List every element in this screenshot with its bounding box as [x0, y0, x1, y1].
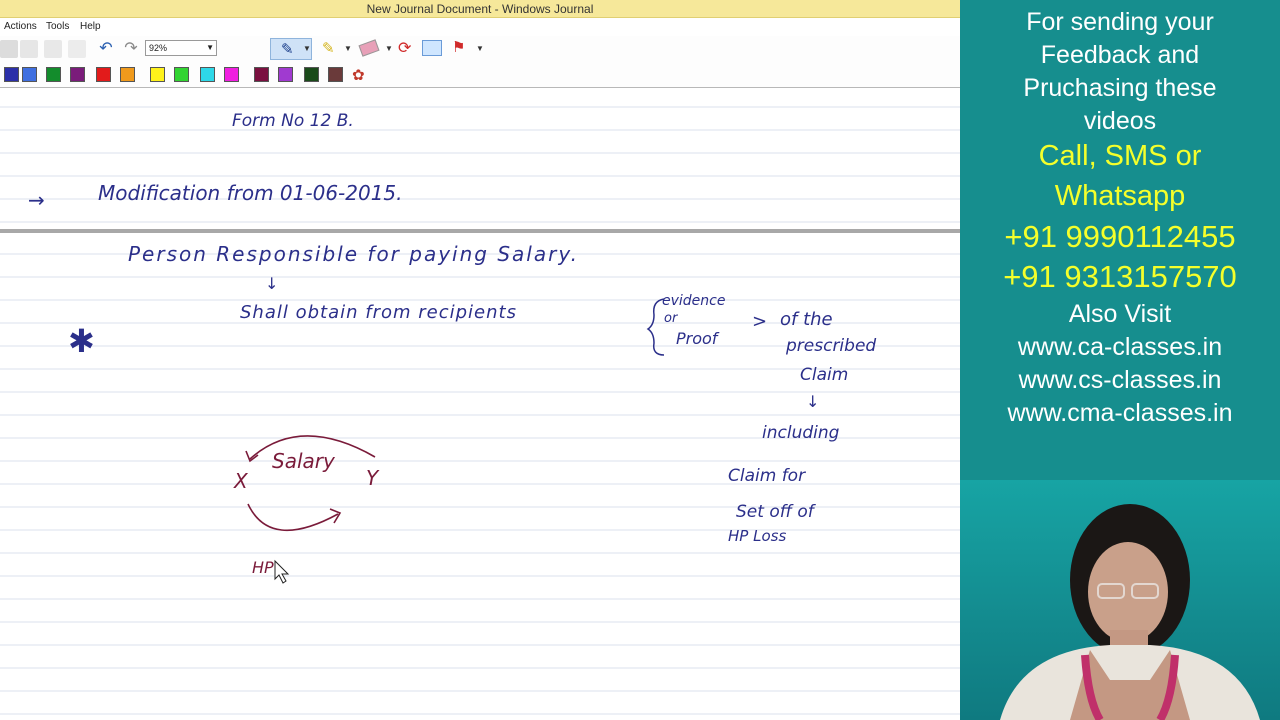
- highlighter-icon[interactable]: ✎: [322, 39, 335, 57]
- note-proof: Proof: [676, 329, 720, 348]
- presenter-webcam: [960, 480, 1280, 720]
- promo-also-visit: Also Visit: [1068, 300, 1172, 328]
- mouse-cursor-icon: [274, 559, 290, 584]
- pen-color-swatch[interactable]: [4, 67, 19, 82]
- zoom-select[interactable]: 92% ▼: [145, 40, 217, 56]
- ink-layer: Form No 12 B. → Modification from 01-06-…: [0, 106, 960, 715]
- presenter-silhouette: [1000, 504, 1260, 720]
- note-down-arrow-2: ↓: [806, 392, 819, 411]
- promo-website-cma: www.cma-classes.in: [1007, 399, 1233, 427]
- flag-icon[interactable]: ⚑: [452, 38, 465, 56]
- undo-icon[interactable]: ↶: [97, 40, 115, 58]
- journal-page[interactable]: Form No 12 B. → Modification from 01-06-…: [0, 89, 960, 720]
- pen-color-swatch[interactable]: [120, 67, 135, 82]
- paste-icon[interactable]: [68, 40, 86, 58]
- promo-line-3: Pruchasing these: [1023, 74, 1217, 102]
- promo-text-block: For sending your Feedback and Pruchasing…: [960, 0, 1280, 480]
- pen-color-swatch[interactable]: [200, 67, 215, 82]
- pen-color-swatch[interactable]: [22, 67, 37, 82]
- chevron-down-icon[interactable]: ▼: [476, 44, 484, 53]
- promo-phone-2: +91 9313157570: [1003, 259, 1237, 294]
- note-including: including: [762, 423, 840, 443]
- pen-color-swatch[interactable]: [96, 67, 111, 82]
- promo-line-4: videos: [1083, 107, 1157, 135]
- lasso-icon[interactable]: ⟳: [398, 38, 411, 58]
- note-modification: Modification from 01-06-2015.: [98, 181, 403, 205]
- note-claim-for: Claim for: [728, 466, 806, 486]
- title-bar: New Journal Document - Windows Journal: [0, 0, 960, 18]
- pen-color-swatch[interactable]: [46, 67, 61, 82]
- promo-website-cs: www.cs-classes.in: [1018, 366, 1222, 394]
- note-down-arrow: ↓: [265, 274, 278, 293]
- pen-icon: ✎: [281, 41, 294, 58]
- color-wheel-icon[interactable]: ✿: [352, 66, 365, 84]
- promo-line-2: Feedback and: [1040, 41, 1200, 69]
- promo-line-5: Call, SMS or: [1038, 140, 1202, 172]
- diagram-arrowhead-left: [245, 450, 259, 463]
- diagram-bottom-arc: [247, 503, 339, 532]
- diagram-x: X: [233, 469, 249, 493]
- pen-color-swatch[interactable]: [70, 67, 85, 82]
- chevron-down-icon[interactable]: ▼: [385, 44, 393, 53]
- pen-color-swatch[interactable]: [328, 67, 343, 82]
- menu-bar: Actions Tools Help: [0, 18, 960, 36]
- copy-icon[interactable]: [44, 40, 62, 58]
- pen-color-swatch[interactable]: [174, 67, 189, 82]
- note-gt: >: [752, 311, 767, 332]
- note-arrow: →: [28, 188, 45, 212]
- note-set-off: Set off of: [736, 502, 817, 522]
- diagram-hp: HP: [252, 558, 274, 577]
- note-of-the: of the: [780, 309, 833, 330]
- promo-line-6: Whatsapp: [1054, 180, 1186, 212]
- pen-color-swatch[interactable]: [254, 67, 269, 82]
- note-form-no: Form No 12 B.: [232, 111, 354, 131]
- promo-panel: For sending your Feedback and Pruchasing…: [960, 0, 1280, 720]
- chevron-down-icon[interactable]: ▼: [303, 44, 311, 53]
- redo-icon[interactable]: ↷: [122, 40, 140, 58]
- diagram-salary: Salary: [272, 449, 336, 473]
- diagram-y: Y: [366, 466, 380, 490]
- promo-line-1: For sending your: [1026, 8, 1214, 36]
- note-hp-loss: HP Loss: [728, 527, 786, 545]
- note-prescribed: prescribed: [785, 336, 876, 356]
- pen-color-toolbar: ✿: [0, 62, 960, 88]
- open-icon[interactable]: [0, 40, 18, 58]
- pen-color-swatch[interactable]: [304, 67, 319, 82]
- note-evidence: evidence: [662, 293, 725, 309]
- pen-color-swatch[interactable]: [150, 67, 165, 82]
- menu-help[interactable]: Help: [80, 21, 101, 32]
- pen-color-swatch[interactable]: [224, 67, 239, 82]
- menu-actions[interactable]: Actions: [4, 21, 37, 32]
- menu-tools[interactable]: Tools: [46, 21, 69, 32]
- note-or: or: [664, 311, 679, 326]
- pen-color-swatch[interactable]: [278, 67, 293, 82]
- note-shall-obtain: Shall obtain from recipients: [240, 302, 517, 323]
- chevron-down-icon[interactable]: ▼: [344, 44, 352, 53]
- cut-icon[interactable]: [20, 40, 38, 58]
- note-person-responsible: Person Responsible for paying Salary.: [128, 242, 579, 266]
- promo-website-ca: www.ca-classes.in: [1017, 333, 1223, 361]
- insert-space-icon[interactable]: [422, 40, 442, 56]
- note-claim: Claim: [800, 365, 848, 385]
- journal-window: New Journal Document - Windows Journal A…: [0, 0, 960, 720]
- star-icon: ✱: [68, 322, 95, 360]
- promo-phone-1: +91 9990112455: [1004, 219, 1236, 254]
